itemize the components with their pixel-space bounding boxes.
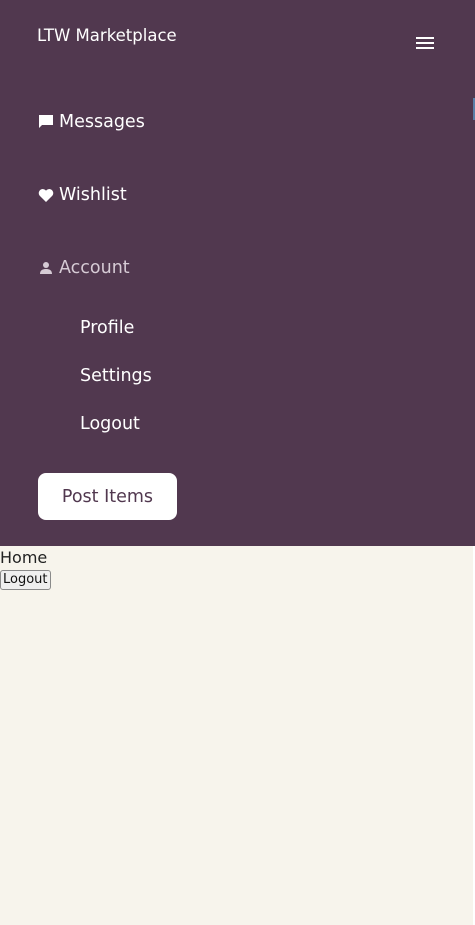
post-items-button[interactable]: Post Items [38,473,177,520]
nav-item-account[interactable]: Account [37,256,130,280]
submenu-item-logout[interactable]: Logout [80,412,140,436]
chat-bubble-icon [37,114,54,131]
main-content: Home Logout [0,546,473,925]
home-link[interactable]: Home [0,548,47,568]
top-nav-panel: LTW Marketplace Messages Wishlist Accoun [0,0,475,546]
nav-item-label: Account [59,258,130,278]
nav-item-label: Messages [59,112,145,132]
logout-button[interactable]: Logout [0,570,51,590]
submenu-item-profile[interactable]: Profile [80,316,134,340]
nav-item-label: Wishlist [59,185,127,205]
nav-item-wishlist[interactable]: Wishlist [37,183,127,207]
brand-title[interactable]: LTW Marketplace [37,25,177,47]
nav-item-messages[interactable]: Messages [37,110,145,134]
heart-icon [37,187,54,204]
person-icon [37,260,54,277]
submenu-item-settings[interactable]: Settings [80,364,152,388]
hamburger-menu-icon[interactable] [416,37,434,50]
